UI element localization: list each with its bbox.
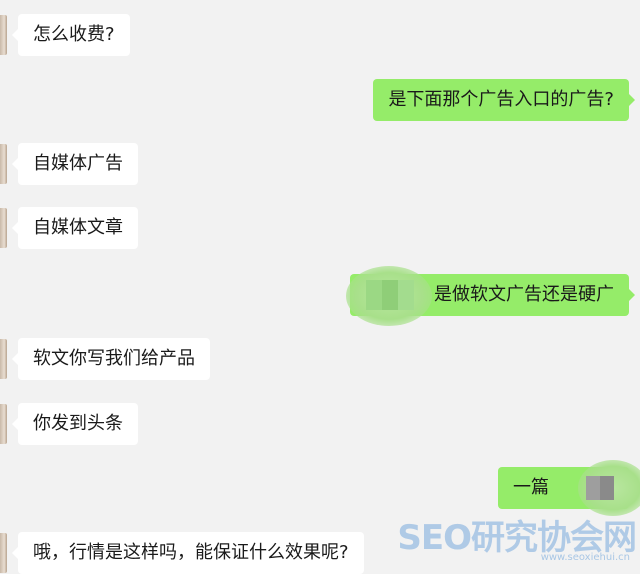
- message-bubble-right[interactable]: 是下面那个广告入口的广告?: [373, 79, 635, 121]
- message-bubble-left[interactable]: 自媒体广告: [12, 143, 138, 185]
- redacted-mosaic: [586, 476, 614, 500]
- avatar[interactable]: [0, 339, 7, 379]
- message-bubble-left[interactable]: 哦，行情是这样吗，能保证什么效果呢?: [12, 532, 364, 574]
- message-bubble-left[interactable]: 你发到头条: [12, 403, 138, 445]
- redacted-mosaic: [366, 280, 414, 310]
- message-bubble-left[interactable]: 软文你写我们给产品: [12, 338, 210, 380]
- avatar[interactable]: [0, 404, 7, 444]
- avatar[interactable]: [0, 144, 7, 184]
- avatar[interactable]: [0, 533, 7, 573]
- avatar[interactable]: [0, 15, 7, 55]
- avatar[interactable]: [0, 208, 7, 248]
- message-bubble-left[interactable]: 自媒体文章: [12, 207, 138, 249]
- message-bubble-left[interactable]: 怎么收费?: [12, 14, 130, 56]
- watermark-logo: SEO研究协会网 www.seoxiehui.cn: [397, 510, 637, 563]
- watermark-url: www.seoxiehui.cn: [540, 552, 630, 563]
